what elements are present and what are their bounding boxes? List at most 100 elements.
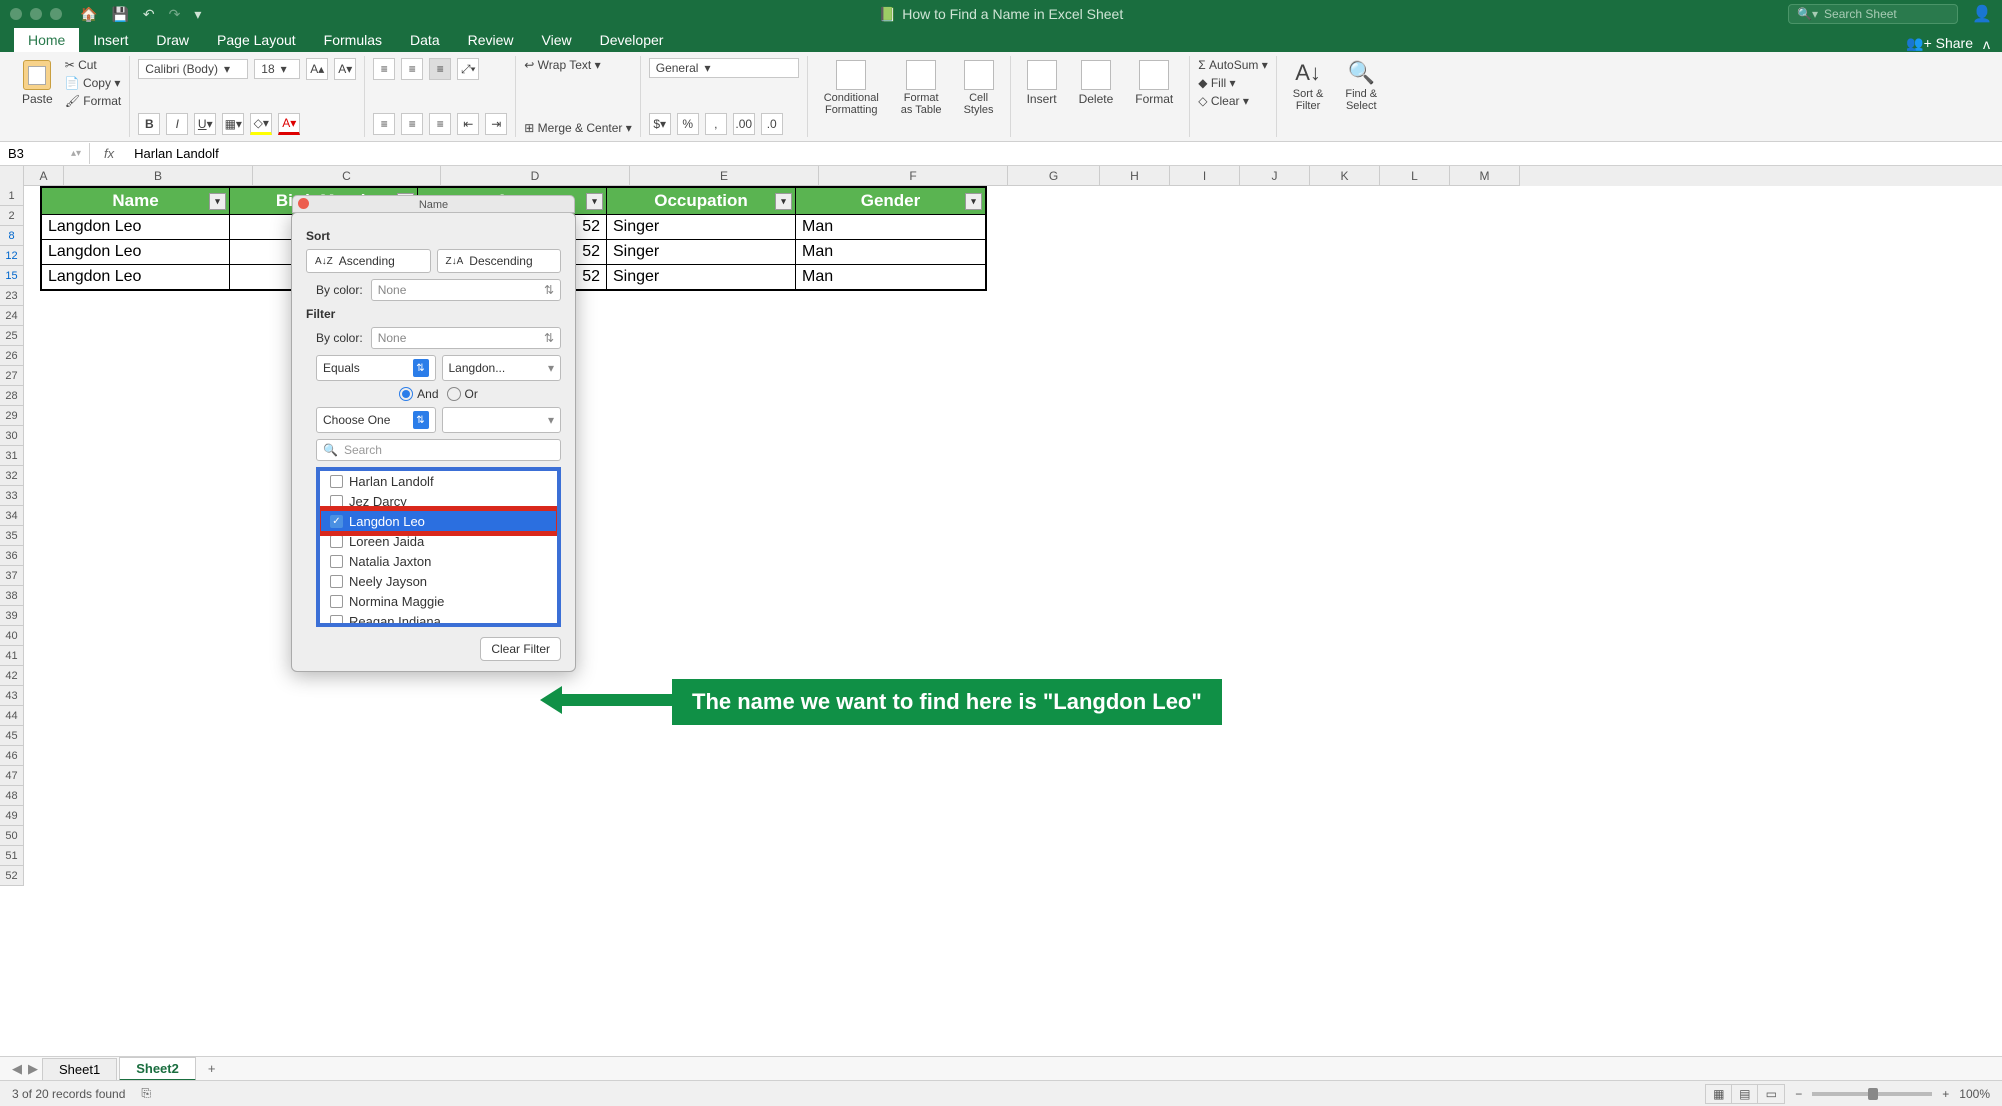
zoom-in-button[interactable]: +	[1942, 1087, 1949, 1101]
home-icon[interactable]: 🏠	[80, 6, 97, 23]
tab-developer[interactable]: Developer	[586, 28, 678, 52]
clear-button[interactable]: ◇ Clear ▾	[1198, 94, 1267, 108]
filter-item[interactable]: Normina Maggie	[320, 591, 557, 611]
tab-insert[interactable]: Insert	[79, 28, 142, 52]
font-size-select[interactable]: 18▾	[254, 59, 300, 79]
col-header[interactable]: C	[253, 166, 441, 186]
cell-occupation[interactable]: Singer	[607, 265, 796, 289]
zoom-out-button[interactable]: −	[1795, 1087, 1802, 1101]
row-header[interactable]: 49	[0, 806, 24, 826]
align-middle-icon[interactable]: ≡	[401, 58, 423, 80]
condition2-select[interactable]: Choose One⇅	[316, 407, 436, 433]
col-header[interactable]: E	[630, 166, 819, 186]
name-box[interactable]: B3▴▾	[0, 143, 90, 164]
decrease-decimal-icon[interactable]: .0	[761, 113, 783, 135]
row-header[interactable]: 37	[0, 566, 24, 586]
undo-icon[interactable]: ↶	[143, 6, 155, 23]
tab-draw[interactable]: Draw	[142, 28, 203, 52]
zoom-dot[interactable]	[50, 8, 62, 20]
page-break-view-icon[interactable]: ▭	[1758, 1085, 1784, 1103]
percent-button[interactable]: %	[677, 113, 699, 135]
window-controls[interactable]	[10, 8, 62, 20]
sort-descending-button[interactable]: Z↓ADescending	[437, 249, 562, 273]
header-name[interactable]: Name▾	[42, 188, 230, 214]
checkbox-icon[interactable]	[330, 575, 343, 588]
row-header[interactable]: 38	[0, 586, 24, 606]
row-header[interactable]: 41	[0, 646, 24, 666]
align-top-icon[interactable]: ≡	[373, 58, 395, 80]
row-header[interactable]: 28	[0, 386, 24, 406]
col-header[interactable]: I	[1170, 166, 1240, 186]
row-header[interactable]: 26	[0, 346, 24, 366]
merge-center-button[interactable]: ⊞ Merge & Center ▾	[524, 121, 631, 135]
normal-view-icon[interactable]: ▦	[1706, 1085, 1732, 1103]
worksheet-grid[interactable]: ABCDEFGHIJKLM 12812152324252627282930313…	[0, 166, 2002, 1058]
paste-button[interactable]: Paste	[16, 58, 59, 108]
cell-name[interactable]: Langdon Leo	[42, 265, 230, 289]
filter-search-input[interactable]: 🔍Search	[316, 439, 561, 461]
redo-icon[interactable]: ↷	[169, 6, 181, 23]
clear-filter-button[interactable]: Clear Filter	[480, 637, 561, 661]
col-header[interactable]: D	[441, 166, 630, 186]
header-gender[interactable]: Gender▾	[796, 188, 985, 214]
bold-button[interactable]: B	[138, 113, 160, 135]
checkbox-icon[interactable]	[330, 475, 343, 488]
row-header[interactable]: 12	[0, 246, 24, 266]
user-icon[interactable]: 👤	[1972, 4, 1992, 24]
tab-formulas[interactable]: Formulas	[310, 28, 396, 52]
macro-icon[interactable]: ⎘	[141, 1086, 151, 1101]
cell-gender[interactable]: Man	[796, 240, 985, 264]
add-sheet-button[interactable]: +	[198, 1058, 226, 1079]
filter-icon[interactable]: ▾	[775, 193, 792, 210]
col-header[interactable]: M	[1450, 166, 1520, 186]
font-name-select[interactable]: Calibri (Body)▾	[138, 59, 248, 79]
cell-name[interactable]: Langdon Leo	[42, 215, 230, 239]
borders-button[interactable]: ▦▾	[222, 113, 244, 135]
underline-button[interactable]: U▾	[194, 113, 216, 135]
more-icon[interactable]: ▾	[194, 6, 201, 23]
next-sheet-icon[interactable]: ▶	[26, 1062, 40, 1076]
share-button[interactable]: 👥+ Share	[1906, 35, 1973, 52]
view-buttons[interactable]: ▦ ▤ ▭	[1705, 1084, 1785, 1104]
cell-styles-button[interactable]: Cell Styles	[956, 58, 1002, 118]
format-painter-button[interactable]: 🖌 Format	[65, 94, 122, 108]
increase-font-icon[interactable]: A▴	[306, 58, 328, 80]
cell-gender[interactable]: Man	[796, 215, 985, 239]
close-icon[interactable]	[298, 198, 309, 209]
insert-cells-button[interactable]: Insert	[1019, 58, 1065, 108]
align-bottom-icon[interactable]: ≡	[429, 58, 451, 80]
font-color-button[interactable]: A▾	[278, 113, 300, 135]
fill-color-button[interactable]: ◇▾	[250, 113, 272, 135]
row-header[interactable]: 30	[0, 426, 24, 446]
col-header[interactable]: K	[1310, 166, 1380, 186]
save-icon[interactable]: 💾	[111, 6, 128, 23]
row-header[interactable]: 43	[0, 686, 24, 706]
checkbox-icon[interactable]	[330, 595, 343, 608]
row-header[interactable]: 44	[0, 706, 24, 726]
col-header[interactable]: A	[24, 166, 64, 186]
close-dot[interactable]	[10, 8, 22, 20]
row-header[interactable]: 32	[0, 466, 24, 486]
increase-indent-icon[interactable]: ⇥	[485, 113, 507, 135]
row-header[interactable]: 48	[0, 786, 24, 806]
sort-ascending-button[interactable]: A↓ZAscending	[306, 249, 431, 273]
decrease-font-icon[interactable]: A▾	[334, 58, 356, 80]
tab-data[interactable]: Data	[396, 28, 454, 52]
page-layout-view-icon[interactable]: ▤	[1732, 1085, 1758, 1103]
filter-item[interactable]: Neely Jayson	[320, 571, 557, 591]
align-center-icon[interactable]: ≡	[401, 113, 423, 135]
row-header[interactable]: 36	[0, 546, 24, 566]
col-header[interactable]: L	[1380, 166, 1450, 186]
row-header[interactable]: 2	[0, 206, 24, 226]
increase-decimal-icon[interactable]: .00	[733, 113, 755, 135]
sheet-tab-1[interactable]: Sheet1	[42, 1058, 117, 1080]
row-header[interactable]: 27	[0, 366, 24, 386]
row-header[interactable]: 35	[0, 526, 24, 546]
and-radio[interactable]: And	[399, 387, 438, 401]
orientation-icon[interactable]: ⤢▾	[457, 58, 479, 80]
cell-occupation[interactable]: Singer	[607, 215, 796, 239]
format-as-table-button[interactable]: Format as Table	[893, 58, 950, 118]
fx-icon[interactable]: fx	[90, 146, 128, 161]
checkbox-icon[interactable]	[330, 615, 343, 628]
cell-occupation[interactable]: Singer	[607, 240, 796, 264]
